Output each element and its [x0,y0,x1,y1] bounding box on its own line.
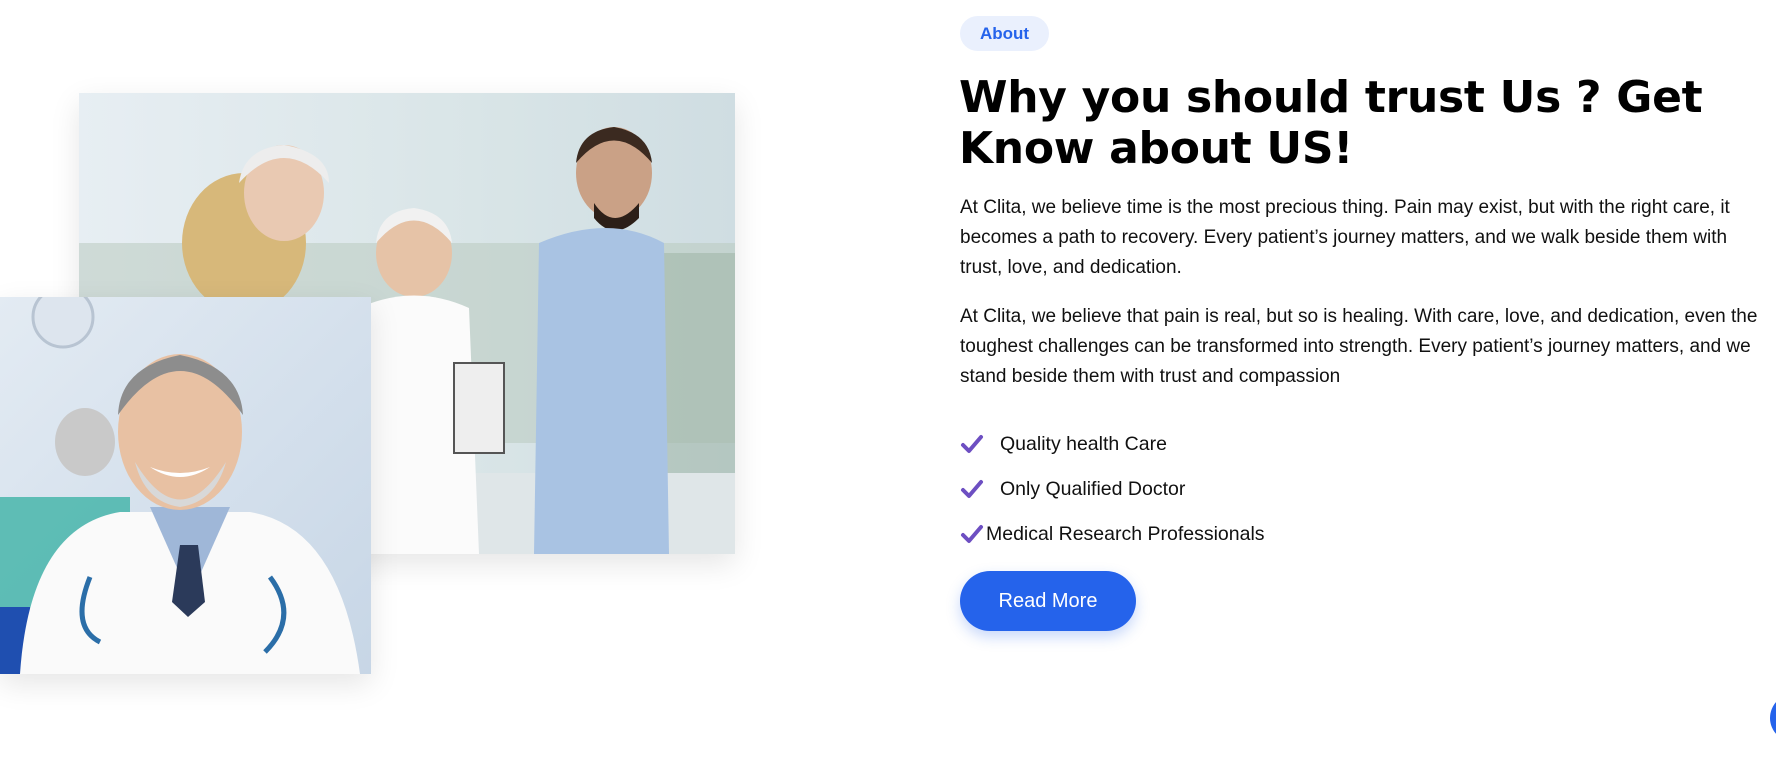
check-icon [960,524,984,546]
feature-label: Quality health Care [1000,433,1167,455]
feature-list: Quality health Care Only Qualified Docto… [960,422,1265,557]
floating-chat-button[interactable] [1770,694,1776,742]
section-heading: Why you should trust Us ? Get Know about… [959,72,1703,174]
check-icon [960,434,984,456]
feature-item: Quality health Care [960,422,1265,467]
feature-label: Only Qualified Doctor [1000,478,1186,500]
smiling-doctor-photo [0,297,371,674]
section-badge: About [960,16,1050,51]
feature-item: Only Qualified Doctor [960,467,1265,512]
intro-paragraph: At Clita, we believe time is the most pr… [960,197,1730,278]
read-more-button[interactable]: Read More [960,571,1136,631]
about-section: About Why you should trust Us ? Get Know… [0,0,1776,771]
check-icon [960,479,984,501]
healing-paragraph: At Clita, we believe that pain is real, … [960,306,1758,387]
feature-item: Medical Research Professionals [960,512,1265,557]
feature-label: Medical Research Professionals [986,523,1265,545]
